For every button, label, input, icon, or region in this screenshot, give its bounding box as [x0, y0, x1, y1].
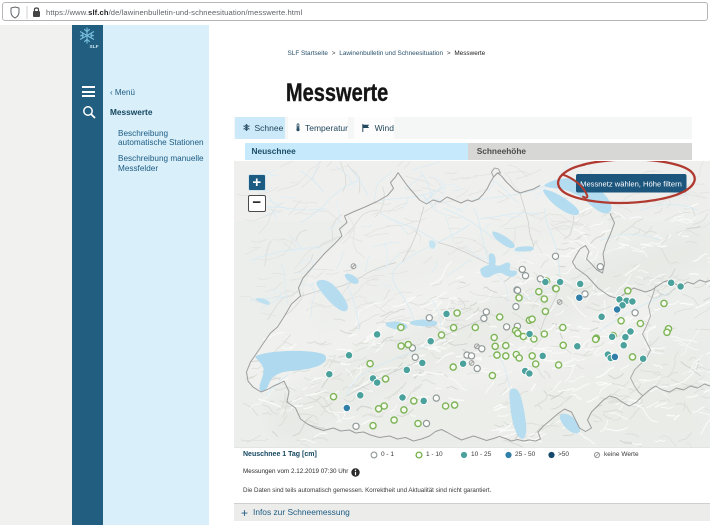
svg-text:SLF: SLF [90, 44, 99, 49]
svg-text:Messnetz wählen, Höhe filtern: Messnetz wählen, Höhe filtern [580, 179, 682, 188]
